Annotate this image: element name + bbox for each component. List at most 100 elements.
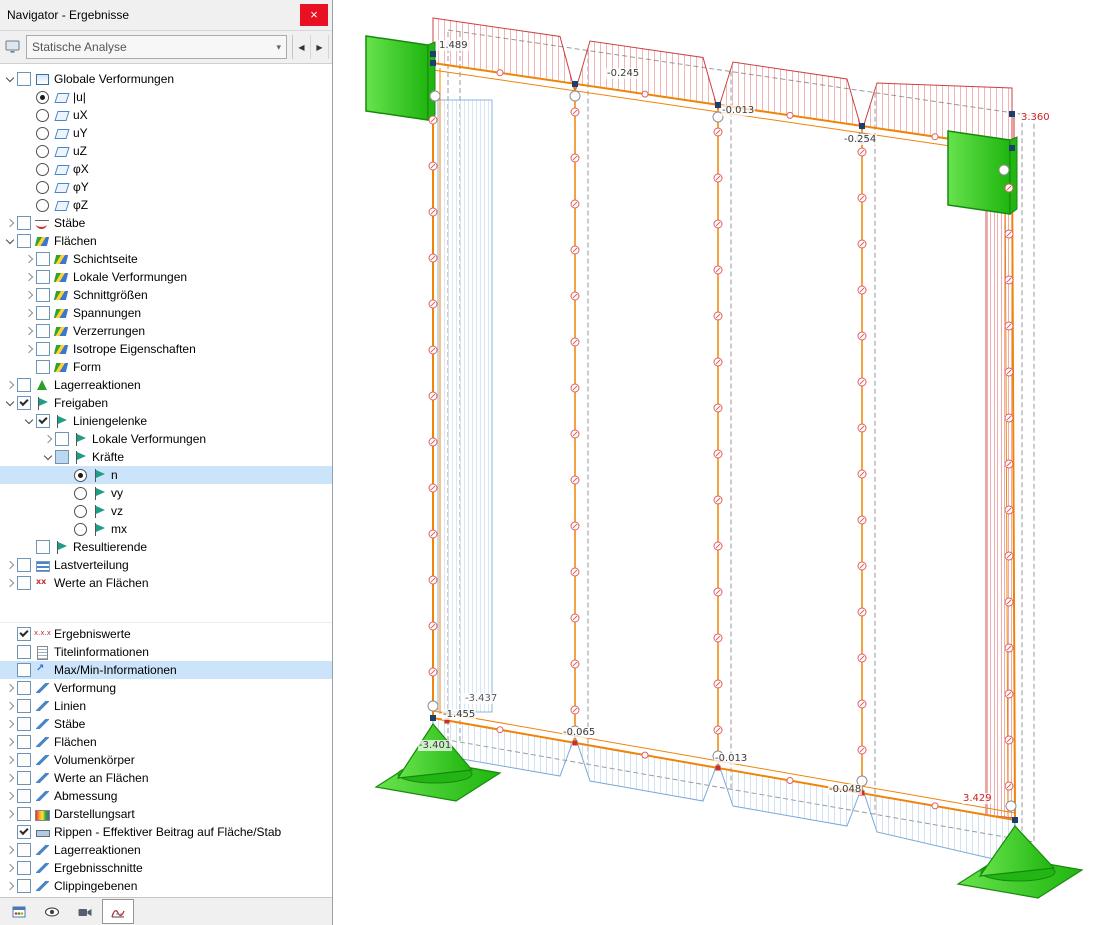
tab-results-navigator[interactable] xyxy=(102,899,134,924)
tree-item-ux[interactable]: uX xyxy=(0,106,332,124)
checkbox[interactable] xyxy=(17,807,31,821)
tree-item-freigaben[interactable]: Freigaben xyxy=(0,394,332,412)
checkbox[interactable] xyxy=(17,378,31,392)
checkbox[interactable] xyxy=(17,216,31,230)
tree-item-resultierende[interactable]: Resultierende xyxy=(0,538,332,556)
tree-item-linien[interactable]: Linien xyxy=(0,697,332,715)
tree-item-x[interactable]: φX xyxy=(0,160,332,178)
collapse-icon[interactable] xyxy=(4,396,17,410)
checkbox[interactable] xyxy=(36,288,50,302)
checkbox[interactable] xyxy=(17,843,31,857)
tree-item-st-be[interactable]: Stäbe xyxy=(0,715,332,733)
tab-data-navigator[interactable] xyxy=(3,899,35,924)
radio-button[interactable] xyxy=(36,180,49,194)
expand-icon[interactable] xyxy=(4,789,17,803)
analysis-combo[interactable]: Statische Analyse ▾ xyxy=(26,35,287,59)
tree-item-fl-chen[interactable]: Flächen xyxy=(0,733,332,751)
checkbox[interactable] xyxy=(17,753,31,767)
expand-icon[interactable] xyxy=(23,270,36,284)
checkbox[interactable] xyxy=(36,270,50,284)
expand-icon[interactable] xyxy=(23,288,36,302)
expand-icon[interactable] xyxy=(4,681,17,695)
tree-item-darstellungsart[interactable]: Darstellungsart xyxy=(0,805,332,823)
tree-item-y[interactable]: φY xyxy=(0,178,332,196)
tree-item-rippen-effektiver-beitrag-auf-fl-che-stab[interactable]: Rippen - Effektiver Beitrag auf Fläche/S… xyxy=(0,823,332,841)
expand-icon[interactable] xyxy=(4,879,17,893)
checkbox[interactable] xyxy=(17,72,31,86)
checkbox[interactable] xyxy=(17,234,31,248)
collapse-icon[interactable] xyxy=(4,72,17,86)
tree-item-fl-chen[interactable]: Flächen xyxy=(0,232,332,250)
close-button[interactable]: × xyxy=(300,4,328,26)
radio-button[interactable] xyxy=(36,126,49,140)
tree-item-lokale-verformungen[interactable]: Lokale Verformungen xyxy=(0,430,332,448)
expand-icon[interactable] xyxy=(4,378,17,392)
tab-views-navigator[interactable] xyxy=(69,899,101,924)
tree-item-lagerreaktionen[interactable]: Lagerreaktionen xyxy=(0,841,332,859)
tree-item-titelinformationen[interactable]: Titelinformationen xyxy=(0,643,332,661)
tree-item-lokale-verformungen[interactable]: Lokale Verformungen xyxy=(0,268,332,286)
tree-item-werte-an-fl-chen[interactable]: Werte an Flächen xyxy=(0,574,332,592)
radio-button[interactable] xyxy=(36,90,49,104)
tree-item-clippingebenen[interactable]: Clippingebenen xyxy=(0,877,332,895)
tree-item-st-be[interactable]: Stäbe xyxy=(0,214,332,232)
checkbox[interactable] xyxy=(17,717,31,731)
tree-item-ergebnisschnitte[interactable]: Ergebnisschnitte xyxy=(0,859,332,877)
expand-icon[interactable] xyxy=(23,324,36,338)
tree-item-mx[interactable]: mx xyxy=(0,520,332,538)
tree-item-u[interactable]: |u| xyxy=(0,88,332,106)
tree-item-max-min-informationen[interactable]: Max/Min-Informationen xyxy=(0,661,332,679)
checkbox[interactable] xyxy=(55,450,69,464)
expand-icon[interactable] xyxy=(4,717,17,731)
checkbox[interactable] xyxy=(36,360,50,374)
expand-icon[interactable] xyxy=(4,735,17,749)
checkbox[interactable] xyxy=(17,879,31,893)
radio-button[interactable] xyxy=(74,522,87,536)
checkbox[interactable] xyxy=(17,825,31,839)
expand-icon[interactable] xyxy=(4,699,17,713)
checkbox[interactable] xyxy=(17,663,31,677)
radio-button[interactable] xyxy=(36,108,49,122)
checkbox[interactable] xyxy=(36,252,50,266)
checkbox[interactable] xyxy=(36,342,50,356)
tree-item-verzerrungen[interactable]: Verzerrungen xyxy=(0,322,332,340)
expand-icon[interactable] xyxy=(4,216,17,230)
prev-loadcase-button[interactable]: ◀ xyxy=(293,35,311,59)
tab-display-navigator[interactable] xyxy=(36,899,68,924)
expand-icon[interactable] xyxy=(4,861,17,875)
tree-splitter[interactable] xyxy=(0,600,332,623)
checkbox[interactable] xyxy=(17,735,31,749)
collapse-icon[interactable] xyxy=(4,234,17,248)
tree-item-uz[interactable]: uZ xyxy=(0,142,332,160)
tree-item-schnittgr-en[interactable]: Schnittgrößen xyxy=(0,286,332,304)
expand-icon[interactable] xyxy=(23,252,36,266)
checkbox[interactable] xyxy=(17,645,31,659)
tree-item-werte-an-fl-chen[interactable]: Werte an Flächen xyxy=(0,769,332,787)
tree-item-isotrope-eigenschaften[interactable]: Isotrope Eigenschaften xyxy=(0,340,332,358)
expand-icon[interactable] xyxy=(23,306,36,320)
tree-item-schichtseite[interactable]: Schichtseite xyxy=(0,250,332,268)
checkbox[interactable] xyxy=(17,681,31,695)
checkbox[interactable] xyxy=(17,627,31,641)
tree-item-spannungen[interactable]: Spannungen xyxy=(0,304,332,322)
collapse-icon[interactable] xyxy=(42,450,55,464)
expand-icon[interactable] xyxy=(4,558,17,572)
radio-button[interactable] xyxy=(74,486,87,500)
tree-item-lastverteilung[interactable]: Lastverteilung xyxy=(0,556,332,574)
tree-item-vy[interactable]: vy xyxy=(0,484,332,502)
next-loadcase-button[interactable]: ▶ xyxy=(311,35,329,59)
expand-icon[interactable] xyxy=(4,771,17,785)
navigator-titlebar[interactable]: Navigator - Ergebnisse × xyxy=(0,0,332,31)
checkbox[interactable] xyxy=(36,540,50,554)
radio-button[interactable] xyxy=(74,468,87,482)
tree-item-globale-verformungen[interactable]: Globale Verformungen xyxy=(0,70,332,88)
radio-button[interactable] xyxy=(74,504,87,518)
checkbox[interactable] xyxy=(17,396,31,410)
expand-icon[interactable] xyxy=(4,843,17,857)
radio-button[interactable] xyxy=(36,198,49,212)
collapse-icon[interactable] xyxy=(23,414,36,428)
checkbox[interactable] xyxy=(17,771,31,785)
checkbox[interactable] xyxy=(17,576,31,590)
expand-icon[interactable] xyxy=(42,432,55,446)
tree-item-n[interactable]: n xyxy=(0,466,332,484)
